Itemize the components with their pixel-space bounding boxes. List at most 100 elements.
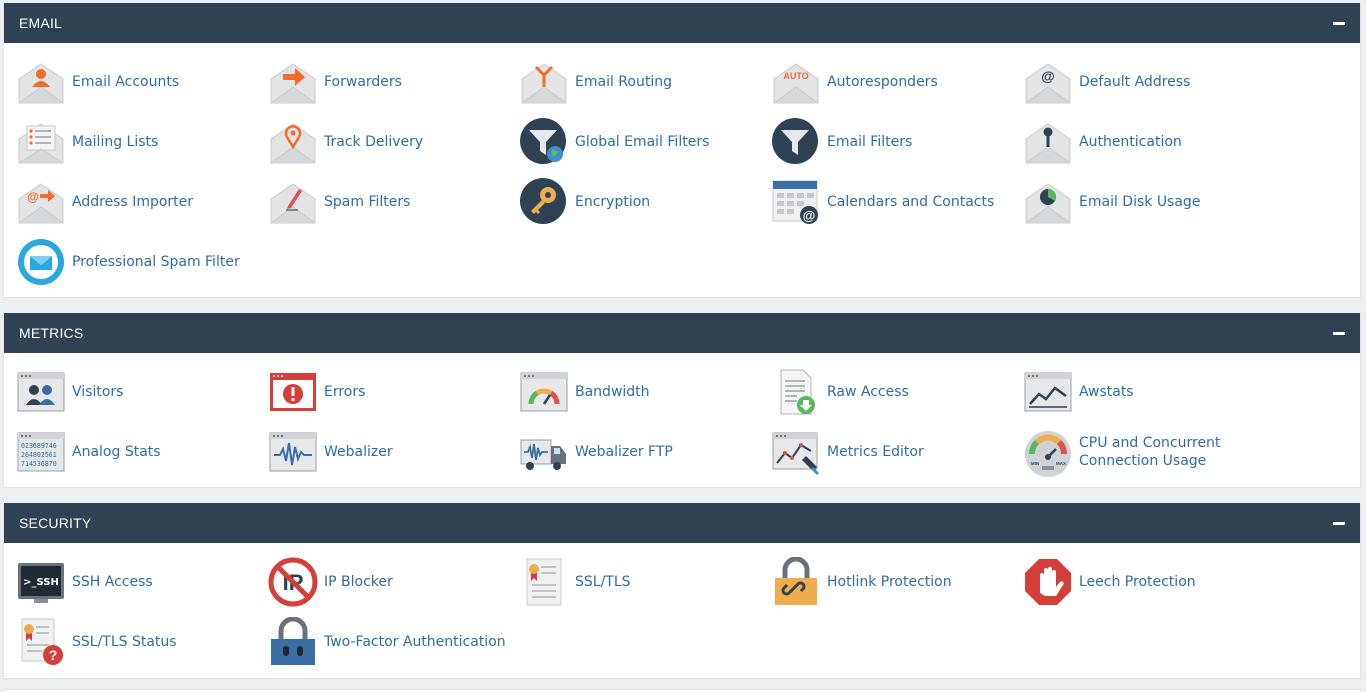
address-importer-link[interactable]: @ Address Importer [16,177,261,227]
cpu-min-text: MIN [1031,461,1039,466]
webalizer-ftp-link[interactable]: Webalizer FTP [519,427,764,477]
mailing-lists-label: Mailing Lists [72,134,159,150]
leech-protection-label: Leech Protection [1079,574,1196,590]
ip-blocker-link[interactable]: IP IP Blocker [268,557,513,607]
hotlink-protection-label: Hotlink Protection [827,574,952,590]
autoresponders-link[interactable]: AUTO Autoresponders [771,57,1016,107]
ssl-tls-status-link[interactable]: ? SSL/TLS Status [16,617,261,667]
analog-line-2: 264802561 [21,451,57,459]
track-delivery-icon [268,117,318,167]
ssh-access-label: SSH Access [72,574,153,590]
awstats-icon [1023,367,1073,417]
collapse-security-button[interactable] [1332,516,1346,530]
professional-spam-filter-icon [16,237,66,287]
calendars-contacts-icon: @ [771,177,821,227]
leech-protection-link[interactable]: Leech Protection [1023,557,1268,607]
webalizer-link[interactable]: Webalizer [268,427,513,477]
default-address-label: Default Address [1079,74,1191,90]
calendars-contacts-label: Calendars and Contacts [827,194,995,210]
ssh-access-icon: >_SSH [16,557,66,607]
ip-blocker-label: IP Blocker [324,574,393,590]
global-email-filters-icon [519,117,569,167]
metrics-editor-link[interactable]: Metrics Editor [771,427,1016,477]
cpu-usage-icon: MIN MAX [1023,427,1073,477]
email-section-header[interactable]: EMAIL [4,3,1360,43]
analog-line-1: 023689746 [21,442,57,450]
default-address-link[interactable]: @ Default Address [1023,57,1268,107]
email-disk-usage-icon [1023,177,1073,227]
autoresponders-icon: AUTO [771,57,821,107]
global-email-filters-link[interactable]: Global Email Filters [519,117,764,167]
address-importer-label: Address Importer [72,194,194,210]
professional-spam-filter-link[interactable]: Professional Spam Filter [16,237,261,287]
email-filters-link[interactable]: Email Filters [771,117,1016,167]
track-delivery-label: Track Delivery [324,134,424,150]
cpu-usage-link[interactable]: MIN MAX CPU and Concurrent Connection Usa… [1023,427,1268,477]
two-factor-authentication-link[interactable]: Two-Factor Authentication [268,617,513,667]
analog-stats-label: Analog Stats [72,444,161,460]
two-factor-authentication-label: Two-Factor Authentication [324,634,506,650]
forwarders-link[interactable]: Forwarders [268,57,513,107]
mailing-lists-link[interactable]: Mailing Lists [16,117,261,167]
analog-stats-icon: 023689746 264802561 714536870 [16,427,66,477]
track-delivery-link[interactable]: Track Delivery [268,117,513,167]
security-section-title: SECURITY [19,515,92,531]
cpu-max-text: MAX [1056,461,1066,466]
errors-label: Errors [324,384,366,400]
ssh-text: >_SSH [23,577,59,588]
spam-filters-icon [268,177,318,227]
collapse-email-button[interactable] [1332,16,1346,30]
metrics-section-header[interactable]: METRICS [4,313,1360,353]
errors-icon [268,367,318,417]
email-routing-label: Email Routing [575,74,672,90]
visitors-label: Visitors [72,384,124,400]
errors-link[interactable]: Errors [268,367,513,417]
email-disk-usage-link[interactable]: Email Disk Usage [1023,177,1268,227]
address-importer-icon: @ [16,177,66,227]
webalizer-ftp-icon [519,427,569,477]
security-section-header[interactable]: SECURITY [4,503,1360,543]
spam-filters-label: Spam Filters [324,194,411,210]
collapse-metrics-button[interactable] [1332,326,1346,340]
email-filters-icon [771,117,821,167]
analog-stats-link[interactable]: 023689746 264802561 714536870 Analog Stats [16,427,261,477]
ssl-tls-link[interactable]: SSL/TLS [519,557,764,607]
raw-access-label: Raw Access [827,384,909,400]
ssh-access-link[interactable]: >_SSH SSH Access [16,557,261,607]
analog-line-3: 714536870 [21,460,57,468]
bandwidth-link[interactable]: Bandwidth [519,367,764,417]
spam-filters-link[interactable]: Spam Filters [268,177,513,227]
authentication-link[interactable]: Authentication [1023,117,1268,167]
security-section: SECURITY >_SSH SSH Access IP IP Blocker … [3,503,1361,679]
metrics-editor-label: Metrics Editor [827,444,924,460]
raw-access-icon [771,367,821,417]
visitors-link[interactable]: Visitors [16,367,261,417]
email-routing-icon [519,57,569,107]
authentication-icon [1023,117,1073,167]
encryption-label: Encryption [575,194,651,210]
metrics-editor-icon [771,427,821,477]
at-text: @ [1041,68,1055,84]
cpu-usage-label: CPU and Concurrent Connection Usage [1079,435,1221,469]
raw-access-link[interactable]: Raw Access [771,367,1016,417]
encryption-link[interactable]: Encryption [519,177,764,227]
default-address-icon: @ [1023,57,1073,107]
svg-text:?: ? [49,647,58,663]
email-accounts-link[interactable]: Email Accounts [16,57,261,107]
forwarders-icon [268,57,318,107]
calendar-at-text: @ [803,208,816,223]
metrics-section-title: METRICS [19,325,84,341]
awstats-link[interactable]: Awstats [1023,367,1268,417]
authentication-label: Authentication [1079,134,1182,150]
importer-at-text: @ [27,190,39,204]
leech-protection-icon [1023,557,1073,607]
email-disk-usage-label: Email Disk Usage [1079,194,1201,210]
calendars-contacts-link[interactable]: @ Calendars and Contacts [771,177,1016,227]
hotlink-protection-link[interactable]: Hotlink Protection [771,557,1016,607]
email-accounts-label: Email Accounts [72,74,180,90]
email-filters-label: Email Filters [827,134,913,150]
webalizer-ftp-label: Webalizer FTP [575,444,673,460]
professional-spam-filter-label: Professional Spam Filter [72,254,240,270]
global-email-filters-label: Global Email Filters [575,134,710,150]
email-routing-link[interactable]: Email Routing [519,57,764,107]
